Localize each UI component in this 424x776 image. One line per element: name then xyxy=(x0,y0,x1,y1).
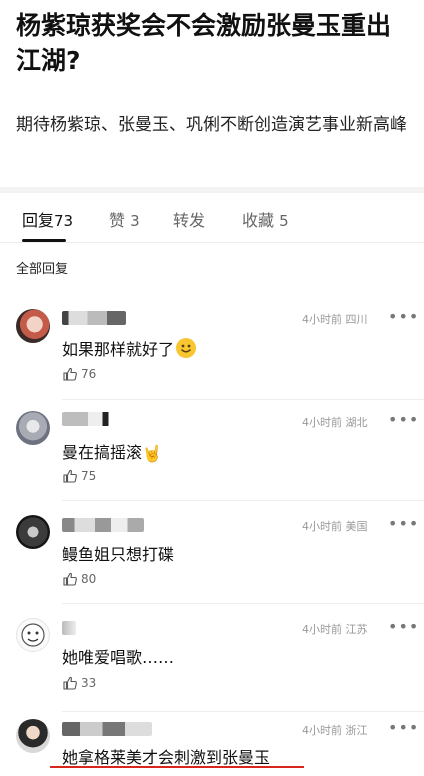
comment-meta: 4小时前 四川 xyxy=(302,311,368,327)
tab-bar: 回复73 赞 3 转发 收藏 5 xyxy=(0,193,424,243)
tab-likes[interactable]: 赞 3 xyxy=(109,207,140,231)
comment-location: 四川 xyxy=(345,313,368,326)
username[interactable] xyxy=(62,722,152,736)
tab-replies-count: 73 xyxy=(54,212,74,230)
tab-favorites-count: 5 xyxy=(279,212,289,230)
like-count: 75 xyxy=(81,469,97,483)
rock-hand-emoji-icon: 🤘 xyxy=(142,444,162,463)
thumbs-up-icon xyxy=(63,572,77,586)
more-icon[interactable]: ••• xyxy=(388,617,419,636)
comment-location: 湖北 xyxy=(345,416,368,429)
comment-time: 4小时前 xyxy=(302,313,342,326)
username[interactable] xyxy=(62,412,120,426)
comment-separator xyxy=(62,603,424,604)
comment-meta: 4小时前 浙江 xyxy=(302,722,368,738)
comment-text: 她唯爱唱歌…… xyxy=(62,648,175,667)
comment-separator xyxy=(62,500,424,501)
more-icon[interactable]: ••• xyxy=(388,718,419,737)
tab-reposts-label: 转发 xyxy=(173,211,206,230)
like-button[interactable]: 75 xyxy=(62,468,96,484)
username[interactable] xyxy=(62,621,76,635)
comment-meta: 4小时前 江苏 xyxy=(302,621,368,637)
avatar[interactable] xyxy=(16,719,50,753)
thumbs-up-icon xyxy=(63,676,77,690)
comment-time: 4小时前 xyxy=(302,724,342,737)
avatar[interactable] xyxy=(16,411,50,445)
more-icon[interactable]: ••• xyxy=(388,410,419,429)
tab-replies-label: 回复 xyxy=(22,211,55,230)
comment-separator xyxy=(62,399,424,400)
tab-likes-label: 赞 xyxy=(109,211,126,230)
comment-separator xyxy=(62,711,424,712)
thumbs-up-icon xyxy=(63,367,77,381)
like-button[interactable]: 76 xyxy=(62,366,96,382)
tab-favorites-label: 收藏 xyxy=(242,211,275,230)
cartoon-face-icon xyxy=(21,623,45,647)
username[interactable] xyxy=(62,518,144,532)
tab-reposts[interactable]: 转发 xyxy=(173,207,205,231)
post-subtitle: 期待杨紫琼、张曼玉、巩俐不断创造演艺事业新高峰 xyxy=(16,115,407,135)
comment-time: 4小时前 xyxy=(302,623,342,636)
comment-location: 江苏 xyxy=(345,623,368,636)
comment-time: 4小时前 xyxy=(302,520,342,533)
active-tab-indicator xyxy=(22,239,66,242)
like-count: 33 xyxy=(81,676,97,690)
more-icon[interactable]: ••• xyxy=(388,307,419,326)
comment-text-content: 如果那样就好了 xyxy=(62,340,175,359)
avatar[interactable] xyxy=(16,309,50,343)
comment-location: 美国 xyxy=(345,520,368,533)
avatar[interactable] xyxy=(16,515,50,549)
tab-favorites[interactable]: 收藏 5 xyxy=(242,207,289,231)
comment-text: 曼在搞摇滚🤘 xyxy=(62,439,162,463)
comment-meta: 4小时前 湖北 xyxy=(302,414,368,430)
thumbs-up-icon xyxy=(63,469,77,483)
username[interactable] xyxy=(62,311,126,325)
comment-time: 4小时前 xyxy=(302,416,342,429)
like-button[interactable]: 80 xyxy=(62,571,96,587)
comment-location: 浙江 xyxy=(345,724,368,737)
comment-text-content: 曼在搞摇滚 xyxy=(62,443,143,462)
like-button[interactable]: 33 xyxy=(62,675,96,691)
like-count: 80 xyxy=(81,572,97,586)
comment-meta: 4小时前 美国 xyxy=(302,518,368,534)
more-icon[interactable]: ••• xyxy=(388,514,419,533)
smile-emoji-icon xyxy=(176,338,197,358)
comment-text: 如果那样就好了 xyxy=(62,336,197,360)
comment-text: 鳗鱼姐只想打碟 xyxy=(62,545,175,564)
section-label: 全部回复 xyxy=(16,262,69,277)
tab-replies[interactable]: 回复73 xyxy=(22,207,73,231)
comment-text: 她拿格莱美才会刺激到张曼玉 xyxy=(62,748,271,767)
red-highlight-underline xyxy=(50,766,304,768)
avatar[interactable] xyxy=(16,618,50,652)
tab-likes-count: 3 xyxy=(130,212,140,230)
post-title: 杨紫琼获奖会不会激励张曼玉重出江湖? xyxy=(16,11,392,75)
like-count: 76 xyxy=(81,367,97,381)
